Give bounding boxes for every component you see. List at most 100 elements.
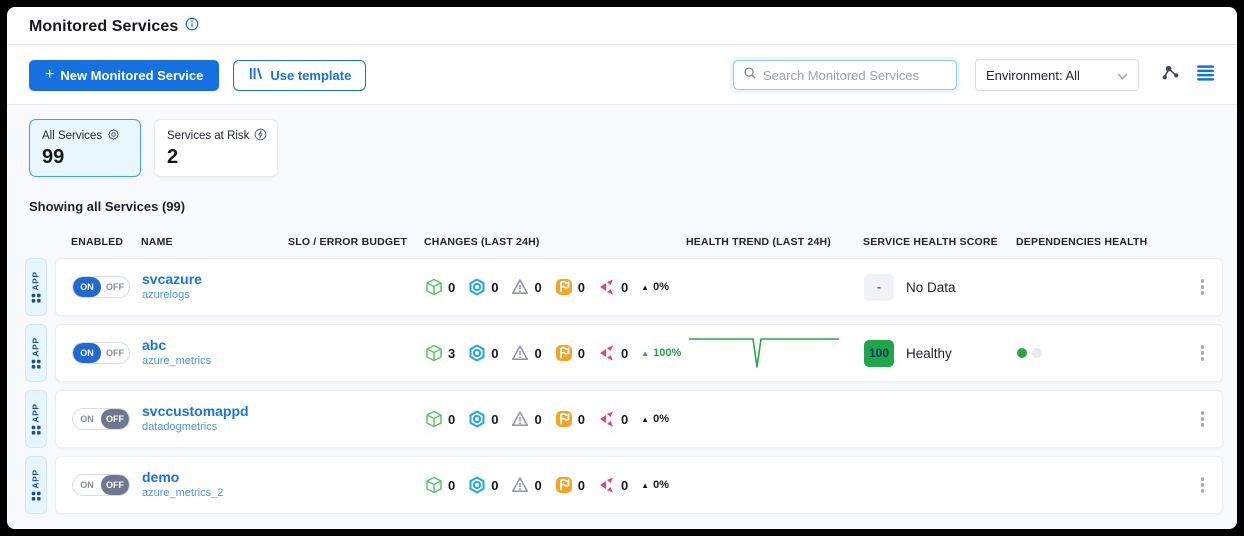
app-tag-label: APP xyxy=(31,469,41,488)
row-menu-button[interactable] xyxy=(1197,473,1209,497)
template-library-icon xyxy=(248,66,263,84)
content-area: All Services 99 Services at Risk 2 Showi… xyxy=(7,105,1237,529)
enabled-toggle[interactable]: ON OFF xyxy=(72,474,130,496)
service-subtitle: azurelogs xyxy=(142,289,289,303)
search-box xyxy=(733,60,957,90)
alerts-icon xyxy=(511,410,529,428)
enabled-toggle[interactable]: ON OFF xyxy=(72,276,130,298)
kubernetes-count: 0 xyxy=(491,280,498,295)
rollouts-count: 0 xyxy=(621,280,628,295)
all-services-card[interactable]: All Services 99 xyxy=(29,119,141,177)
list-view-icon[interactable] xyxy=(1196,64,1215,86)
feature-flag-icon xyxy=(555,410,573,428)
health-trend-sparkline xyxy=(687,333,841,373)
delta-up-icon: ▲ xyxy=(641,283,649,292)
gear-icon xyxy=(107,128,120,144)
delta-up-icon: ▲ xyxy=(641,481,649,490)
change-delta: ▲0% xyxy=(641,413,669,425)
kubernetes-icon xyxy=(468,476,486,494)
services-at-risk-label: Services at Risk xyxy=(167,130,249,142)
lightning-circle-icon xyxy=(254,128,267,144)
table-header: ENABLED NAME SLO / ERROR BUDGET CHANGES … xyxy=(55,236,1223,248)
alerts-icon xyxy=(511,476,529,494)
page-title: Monitored Services xyxy=(29,18,178,36)
change-delta: ▲0% xyxy=(641,479,669,491)
apps-grid-icon xyxy=(32,426,41,435)
alerts-count: 0 xyxy=(534,412,541,427)
dependency-unknown-dot[interactable] xyxy=(1032,348,1042,358)
screen-frame: Monitored Services + New Monitored Servi… xyxy=(0,0,1244,536)
deployments-icon xyxy=(425,344,443,362)
kubernetes-icon xyxy=(468,344,486,362)
feature-flags-count: 0 xyxy=(578,280,585,295)
titlebar: Monitored Services xyxy=(7,7,1237,45)
app-type-tag[interactable]: APP xyxy=(25,258,47,316)
toggle-on-label: ON xyxy=(73,343,101,363)
health-score-cell: 100 Healthy xyxy=(864,340,1017,367)
all-services-label: All Services xyxy=(42,130,102,142)
deployments-icon xyxy=(425,410,443,428)
search-icon xyxy=(743,66,757,85)
service-name-link[interactable]: svcazure xyxy=(142,271,289,289)
services-at-risk-card[interactable]: Services at Risk 2 xyxy=(154,119,278,177)
col-deps: DEPENDENCIES HEALTH xyxy=(1016,236,1166,248)
app-tag-label: APP xyxy=(31,271,41,290)
topology-view-icon[interactable] xyxy=(1161,63,1180,87)
deployments-count: 3 xyxy=(448,346,455,361)
deployments-count: 0 xyxy=(448,478,455,493)
info-icon[interactable] xyxy=(185,17,199,36)
feature-flag-icon xyxy=(555,476,573,494)
row-menu-button[interactable] xyxy=(1197,275,1209,299)
kubernetes-icon xyxy=(468,278,486,296)
toggle-on-label: ON xyxy=(73,475,101,495)
app-type-tag[interactable]: APP xyxy=(25,390,47,448)
changes-cell: 3 0 0 0 0 ▲100% xyxy=(425,344,687,362)
toggle-on-label: ON xyxy=(73,277,101,297)
row-menu-button[interactable] xyxy=(1197,341,1209,365)
new-monitored-service-button[interactable]: + New Monitored Service xyxy=(29,60,219,91)
table-row: APP ON OFF abc azure_metrics 3 0 0 0 xyxy=(25,324,1223,382)
table-row: APP ON OFF svccustomappd datadogmetrics … xyxy=(25,390,1223,448)
service-name-link[interactable]: demo xyxy=(142,469,289,487)
col-enabled: ENABLED xyxy=(71,236,141,248)
health-score-badge: - xyxy=(864,274,894,301)
summary-cards: All Services 99 Services at Risk 2 xyxy=(7,119,1237,177)
app-type-tag[interactable]: APP xyxy=(25,324,47,382)
alerts-icon xyxy=(511,344,529,362)
col-trend: HEALTH TREND (LAST 24H) xyxy=(686,236,863,248)
feature-flags-count: 0 xyxy=(578,412,585,427)
showing-summary: Showing all Services (99) xyxy=(7,177,1237,214)
changes-cell: 0 0 0 0 0 ▲0% xyxy=(425,278,687,296)
apps-grid-icon xyxy=(32,360,41,369)
toggle-on-label: ON xyxy=(73,409,101,429)
toolbar: + New Monitored Service Use template Env… xyxy=(7,45,1237,105)
changes-cell: 0 0 0 0 0 ▲0% xyxy=(425,476,687,494)
enabled-toggle[interactable]: ON OFF xyxy=(72,342,130,364)
col-slo: SLO / ERROR BUDGET xyxy=(288,236,424,248)
enabled-toggle[interactable]: ON OFF xyxy=(72,408,130,430)
app-type-tag[interactable]: APP xyxy=(25,456,47,514)
dependency-healthy-dot[interactable] xyxy=(1017,348,1027,358)
service-name-link[interactable]: svccustomappd xyxy=(142,403,289,421)
delta-up-icon: ▲ xyxy=(641,415,649,424)
app-tag-label: APP xyxy=(31,337,41,356)
rollouts-count: 0 xyxy=(621,346,628,361)
table-row: APP ON OFF demo azure_metrics_2 0 0 0 0 xyxy=(25,456,1223,514)
toggle-off-label: OFF xyxy=(101,343,129,363)
chevron-down-icon xyxy=(1117,68,1128,83)
rollouts-count: 0 xyxy=(621,412,628,427)
apps-grid-icon xyxy=(32,294,41,303)
environment-filter-select[interactable]: Environment: All xyxy=(975,59,1139,91)
service-subtitle: datadogmetrics xyxy=(142,421,289,435)
row-menu-button[interactable] xyxy=(1197,407,1209,431)
change-delta: ▲0% xyxy=(641,281,669,293)
search-input[interactable] xyxy=(763,68,947,83)
service-name-link[interactable]: abc xyxy=(142,337,289,355)
use-template-button[interactable]: Use template xyxy=(233,60,366,91)
kubernetes-count: 0 xyxy=(491,346,498,361)
toggle-off-label: OFF xyxy=(101,277,129,297)
feature-flag-icon xyxy=(555,344,573,362)
feature-flag-icon xyxy=(555,278,573,296)
deployments-count: 0 xyxy=(448,280,455,295)
deployments-count: 0 xyxy=(448,412,455,427)
